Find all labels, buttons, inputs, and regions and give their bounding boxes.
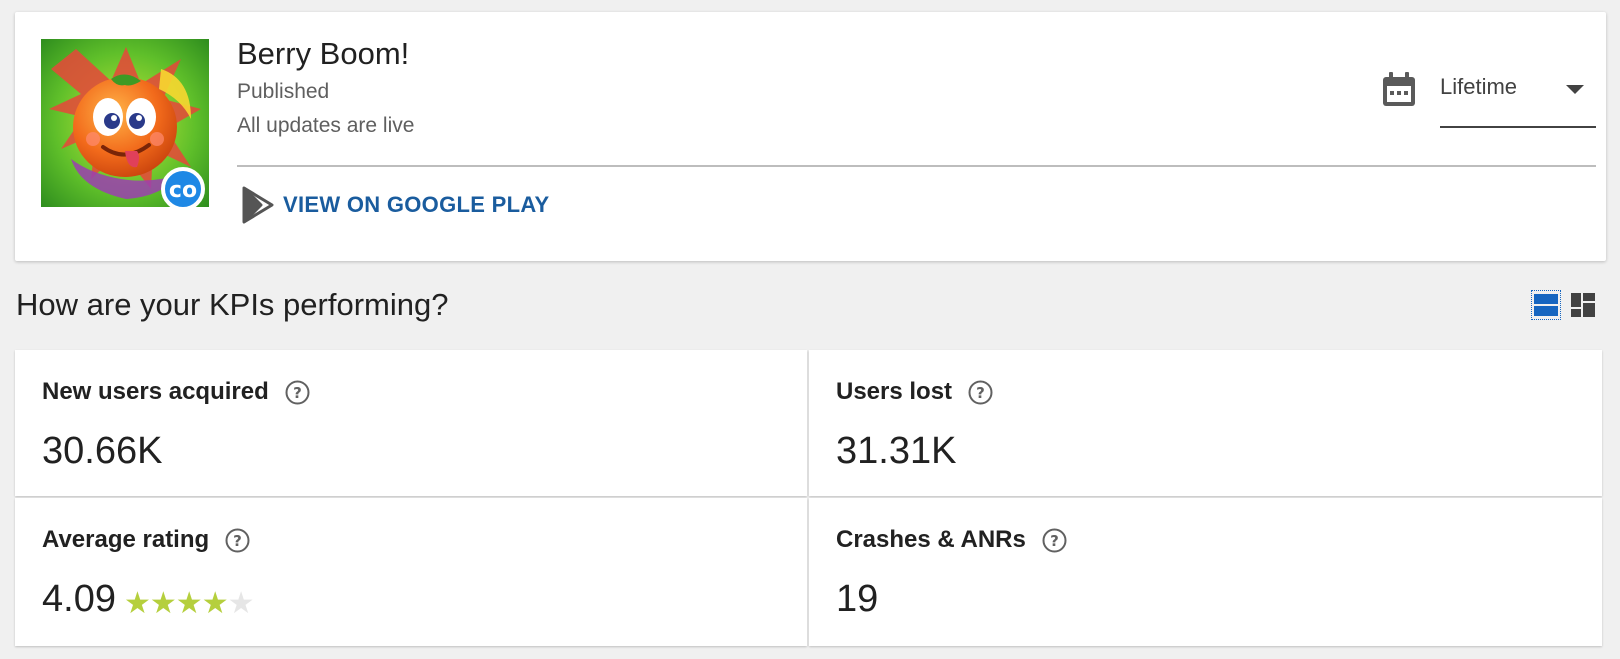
kpi-value: 30.66K (42, 430, 163, 472)
svg-text:?: ? (233, 532, 242, 550)
app-header-card: co Berry Boom! Published All updates are… (15, 12, 1606, 261)
svg-text:?: ? (976, 384, 985, 402)
star-filled-icon: ★ (123, 586, 151, 621)
help-icon[interactable]: ? (225, 528, 250, 553)
kpi-value: 31.31K (836, 430, 957, 472)
view-on-google-play-link[interactable]: VIEW ON GOOGLE PLAY (237, 184, 549, 226)
app-title: Berry Boom! (237, 36, 410, 71)
app-icon: co (41, 39, 209, 207)
dashboard-view-icon (1571, 293, 1595, 317)
kpi-card-average-rating[interactable]: Average rating ? 4.09 ★ ★ ★ ★ ★ (15, 498, 807, 646)
star-filled-icon: ★ (175, 586, 203, 621)
svg-text:?: ? (1050, 532, 1059, 550)
kpi-value: 4.09 (42, 578, 116, 620)
kpi-label: Crashes & ANRs (836, 526, 1026, 553)
kpi-label: Users lost (836, 378, 953, 405)
kpi-section-title: How are your KPIs performing? (16, 287, 449, 322)
svg-text:co: co (169, 178, 197, 203)
list-view-icon (1534, 294, 1558, 316)
kpi-label: Average rating (42, 526, 210, 553)
help-icon[interactable]: ? (285, 380, 310, 405)
kpi-label: New users acquired (42, 378, 269, 405)
app-status: Published (237, 80, 330, 103)
kpi-grid: New users acquired ? 30.66K Users lost ?… (15, 350, 1602, 646)
chevron-down-icon (1566, 85, 1584, 94)
dashboard-view-toggle[interactable] (1570, 292, 1596, 318)
help-icon[interactable]: ? (968, 380, 993, 405)
kpi-card-crashes-anrs[interactable]: Crashes & ANRs ? 19 (809, 498, 1602, 646)
svg-text:?: ? (293, 384, 302, 402)
google-play-icon (241, 186, 275, 224)
date-range-value: Lifetime (1440, 74, 1518, 99)
view-on-google-play-label: VIEW ON GOOGLE PLAY (283, 192, 550, 217)
help-icon[interactable]: ? (1042, 528, 1067, 553)
date-range-select[interactable]: Lifetime (1440, 72, 1596, 128)
update-status: All updates are live (237, 114, 415, 137)
list-view-toggle[interactable] (1531, 290, 1561, 320)
kpi-card-users-lost[interactable]: Users lost ? 31.31K (809, 350, 1602, 496)
star-filled-icon: ★ (149, 586, 177, 621)
calendar-icon[interactable] (1381, 70, 1417, 108)
kpi-value: 19 (836, 578, 879, 620)
kpi-card-new-users[interactable]: New users acquired ? 30.66K (15, 350, 807, 496)
star-rating: ★ ★ ★ ★ ★ (123, 586, 255, 621)
divider (237, 165, 1596, 167)
star-empty-icon: ★ (227, 586, 255, 621)
star-filled-icon: ★ (201, 586, 229, 621)
